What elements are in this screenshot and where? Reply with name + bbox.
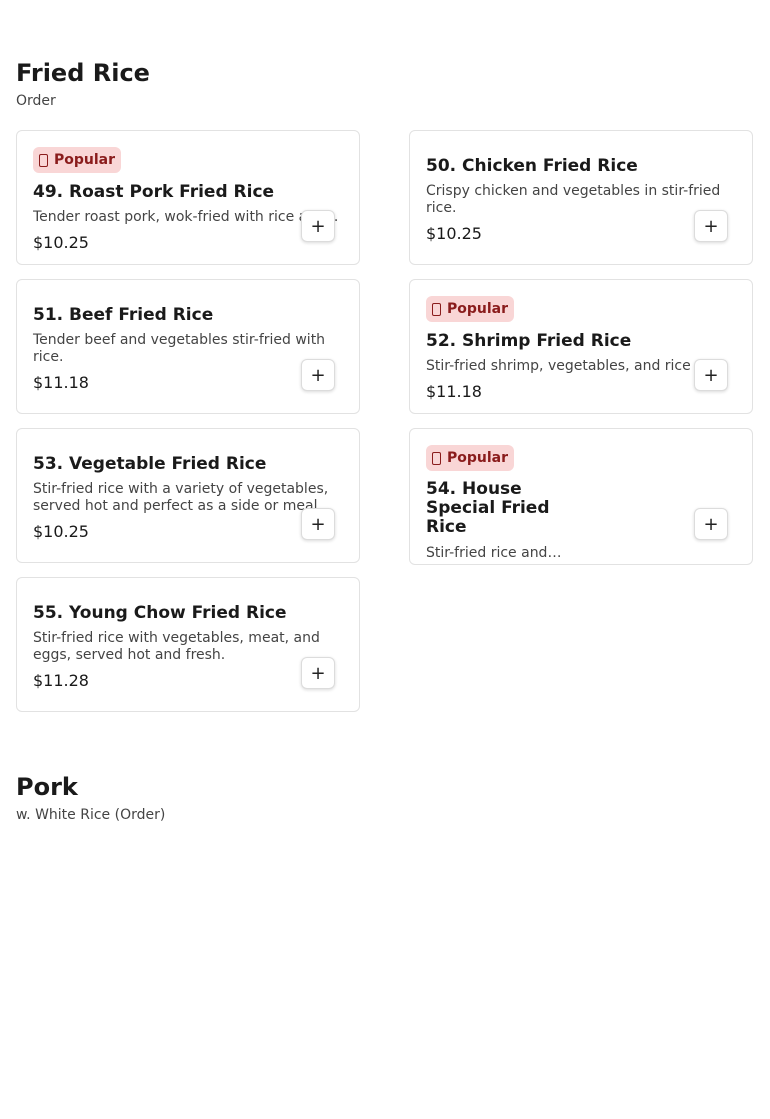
add-to-cart-button[interactable]: + [694,508,728,540]
section-subtitle: w. White Rice (Order) [16,807,166,823]
item-description: Stir-fried rice and… [426,545,562,561]
section-subtitle: Order [16,93,56,109]
item-name: 50. Chicken Fried Rice [426,156,638,176]
section-title: Fried Rice [16,59,150,87]
add-to-cart-button[interactable]: + [301,359,335,391]
menu-item-card[interactable]: Popular 49. Roast Pork Fried Rice Tender… [16,130,360,265]
popular-badge: Popular [33,147,122,173]
item-price: $11.18 [33,373,89,392]
section-header-fried-rice: Fried Rice Order [16,58,150,110]
item-description: Stir-fried rice with vegetables, meat, a… [33,630,320,663]
item-name: 54. House Special Fried Rice [426,479,550,537]
item-description: Tender roast pork, wok-fried with rice a… [33,209,339,225]
item-description: Stir-fried shrimp, vegetables, and rice [426,358,691,374]
item-description: Tender beef and vegetables stir-fried wi… [33,332,326,365]
menu-item-card[interactable]: 55. Young Chow Fried Rice Stir-fried ric… [16,577,360,712]
popular-badge-label: Popular [54,152,116,168]
popular-badge-label: Popular [447,301,509,317]
item-name: 55. Young Chow Fried Rice [33,603,287,623]
item-description: Stir-fried rice with a variety of vegeta… [33,481,329,514]
item-name: 53. Vegetable Fried Rice [33,454,267,474]
flame-icon [432,302,441,316]
item-price: $11.28 [33,671,89,690]
section-title: Pork [16,773,78,801]
popular-badge: Popular [426,296,515,322]
menu-item-card[interactable]: Popular 52. Shrimp Fried Rice Stir-fried… [409,279,753,414]
flame-icon [432,451,441,465]
add-to-cart-button[interactable]: + [694,210,728,242]
item-price: $10.25 [33,233,89,252]
popular-badge-label: Popular [447,450,509,466]
item-description: Crispy chicken and vegetables in stir-fr… [426,183,721,216]
popular-badge: Popular [426,445,515,471]
menu-item-card[interactable]: 50. Chicken Fried Rice Crispy chicken an… [409,130,753,265]
add-to-cart-button[interactable]: + [301,210,335,242]
item-price: $10.25 [33,522,89,541]
add-to-cart-button[interactable]: + [301,657,335,689]
item-price: $11.18 [426,382,482,401]
item-name: 51. Beef Fried Rice [33,305,214,325]
add-to-cart-button[interactable]: + [694,359,728,391]
section-header-pork: Pork w. White Rice (Order) [16,772,165,824]
item-price: $10.25 [426,224,482,243]
add-to-cart-button[interactable]: + [301,508,335,540]
menu-item-card[interactable]: 53. Vegetable Fried Rice Stir-fried rice… [16,428,360,563]
menu-item-card[interactable]: Popular 54. House Special Fried Rice Sti… [409,428,753,565]
menu-item-card[interactable]: 51. Beef Fried Rice Tender beef and vege… [16,279,360,414]
item-name: 49. Roast Pork Fried Rice [33,182,275,202]
flame-icon [39,153,48,167]
item-name: 52. Shrimp Fried Rice [426,331,632,351]
